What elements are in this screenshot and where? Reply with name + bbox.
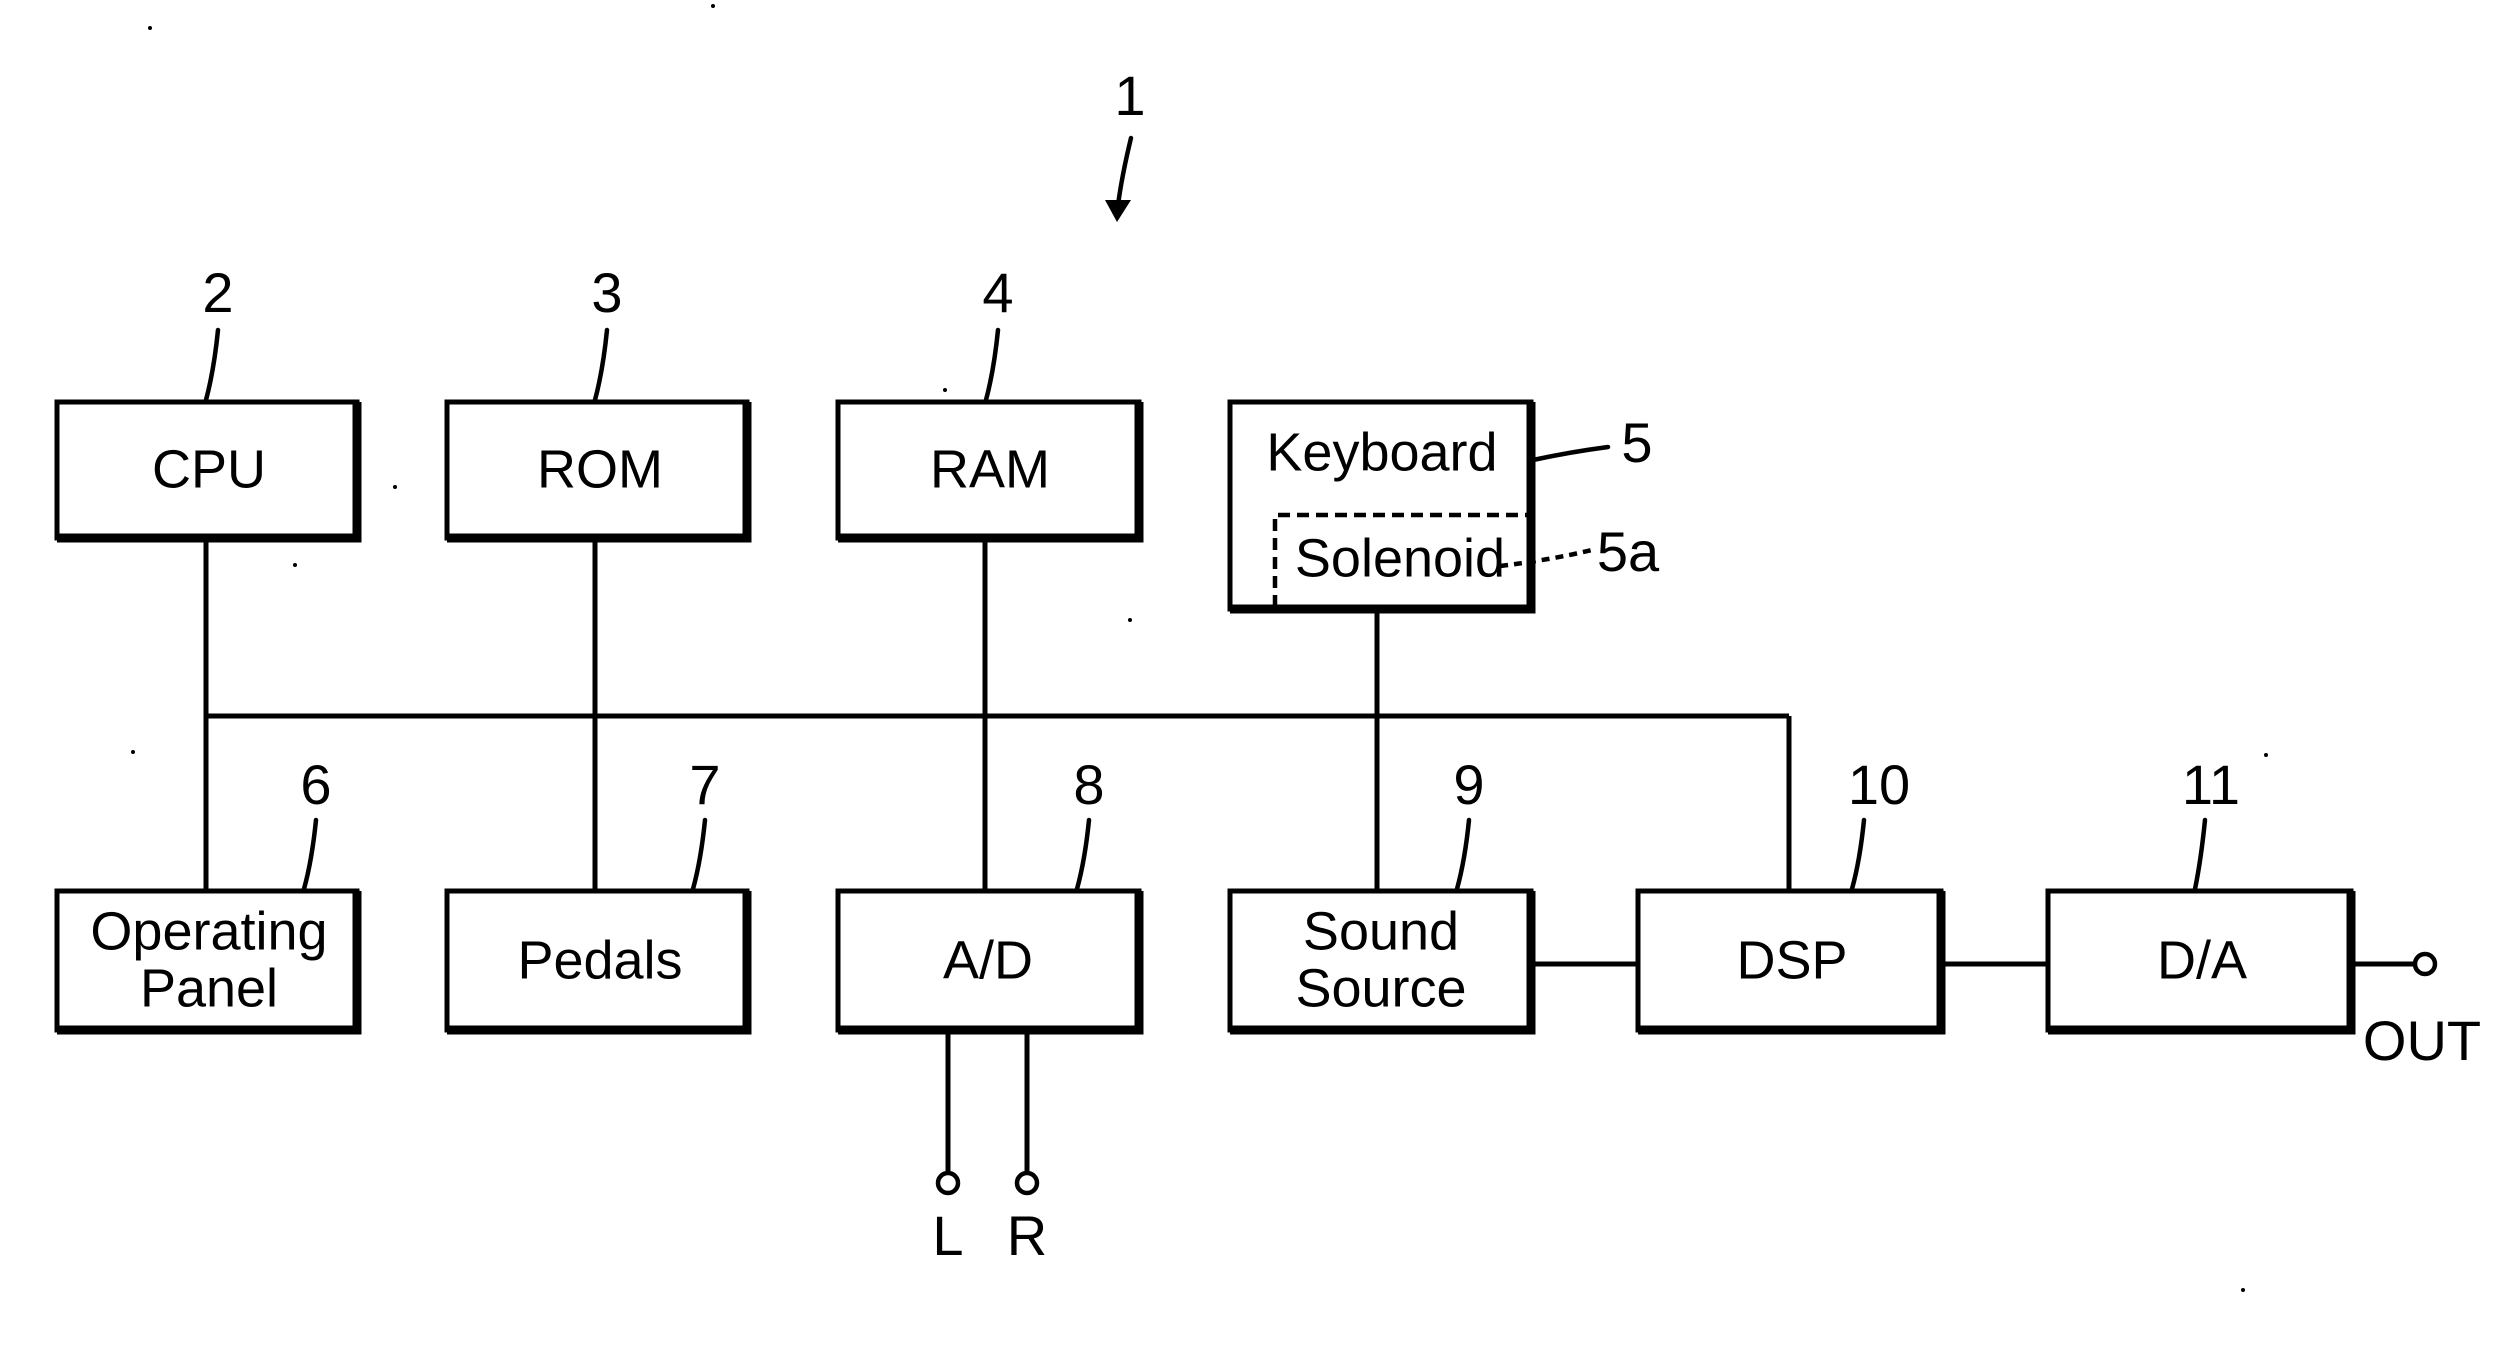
leader-rom (592, 327, 610, 403)
solenoid-label: Solenoid (1295, 528, 1505, 588)
leader-ad (1074, 817, 1092, 892)
cpu-block: CPU (54, 399, 362, 543)
operating-panel-label-line2: Panel (140, 958, 278, 1018)
rom-label: ROM (537, 439, 663, 499)
sound-source-label-line2: Source (1295, 958, 1466, 1018)
ram-block: RAM (835, 399, 1144, 543)
sound-source-block: Sound Source (1227, 888, 1536, 1035)
ref-solenoid: 5a (1597, 520, 1660, 583)
block-diagram: 1 CPU ROM RAM Keyboard Solenoid Operatin… (54, 4, 2481, 1292)
pedals-block: Pedals (444, 888, 752, 1035)
ref-ram: 4 (982, 261, 1013, 324)
figure-ref-arrow-head (1105, 200, 1131, 222)
ref-ad: 8 (1073, 753, 1104, 816)
pedals-label: Pedals (517, 930, 682, 990)
ref-keyboard: 5 (1621, 411, 1652, 474)
ref-dsp: 10 (1848, 753, 1910, 816)
r-terminal-label: R (1007, 1204, 1047, 1267)
leader-ram (983, 327, 1001, 403)
r-terminal (1014, 1170, 1040, 1196)
scan-speckles (131, 4, 2268, 1292)
ref-sound-source: 9 (1453, 753, 1484, 816)
leader-dsp (1849, 817, 1867, 892)
leader-sound-source (1454, 817, 1472, 892)
leader-da (2192, 817, 2208, 892)
ref-pedals: 7 (689, 753, 720, 816)
rom-block: ROM (444, 399, 752, 543)
leader-operating-panel (301, 817, 319, 892)
operating-panel-block: Operating Panel (54, 888, 362, 1035)
da-label: D/A (2157, 930, 2247, 990)
out-terminal-label: OUT (2363, 1009, 2481, 1072)
l-terminal (935, 1170, 961, 1196)
ref-da: 11 (2182, 753, 2240, 816)
l-terminal-label: L (932, 1204, 963, 1267)
dsp-label: DSP (1736, 930, 1847, 990)
ram-label: RAM (930, 439, 1050, 499)
out-terminal (2412, 951, 2438, 977)
leader-keyboard (1530, 444, 1611, 463)
keyboard-block: Keyboard Solenoid (1227, 399, 1536, 614)
operating-panel-label-line1: Operating (90, 901, 327, 961)
da-block: D/A (2045, 888, 2356, 1035)
figure-ref-label: 1 (1114, 64, 1145, 127)
cpu-label: CPU (152, 439, 266, 499)
keyboard-label: Keyboard (1266, 422, 1497, 482)
leader-cpu (203, 327, 221, 403)
ref-rom: 3 (591, 261, 622, 324)
ref-operating-panel: 6 (300, 753, 331, 816)
ad-label: A/D (943, 930, 1033, 990)
ref-cpu: 2 (202, 261, 233, 324)
ad-block: A/D (835, 888, 1144, 1035)
sound-source-label-line1: Sound (1303, 901, 1459, 961)
leader-pedals (690, 817, 708, 892)
figure-ref-arrow-shaft (1115, 135, 1134, 208)
dsp-block: DSP (1635, 888, 1946, 1035)
